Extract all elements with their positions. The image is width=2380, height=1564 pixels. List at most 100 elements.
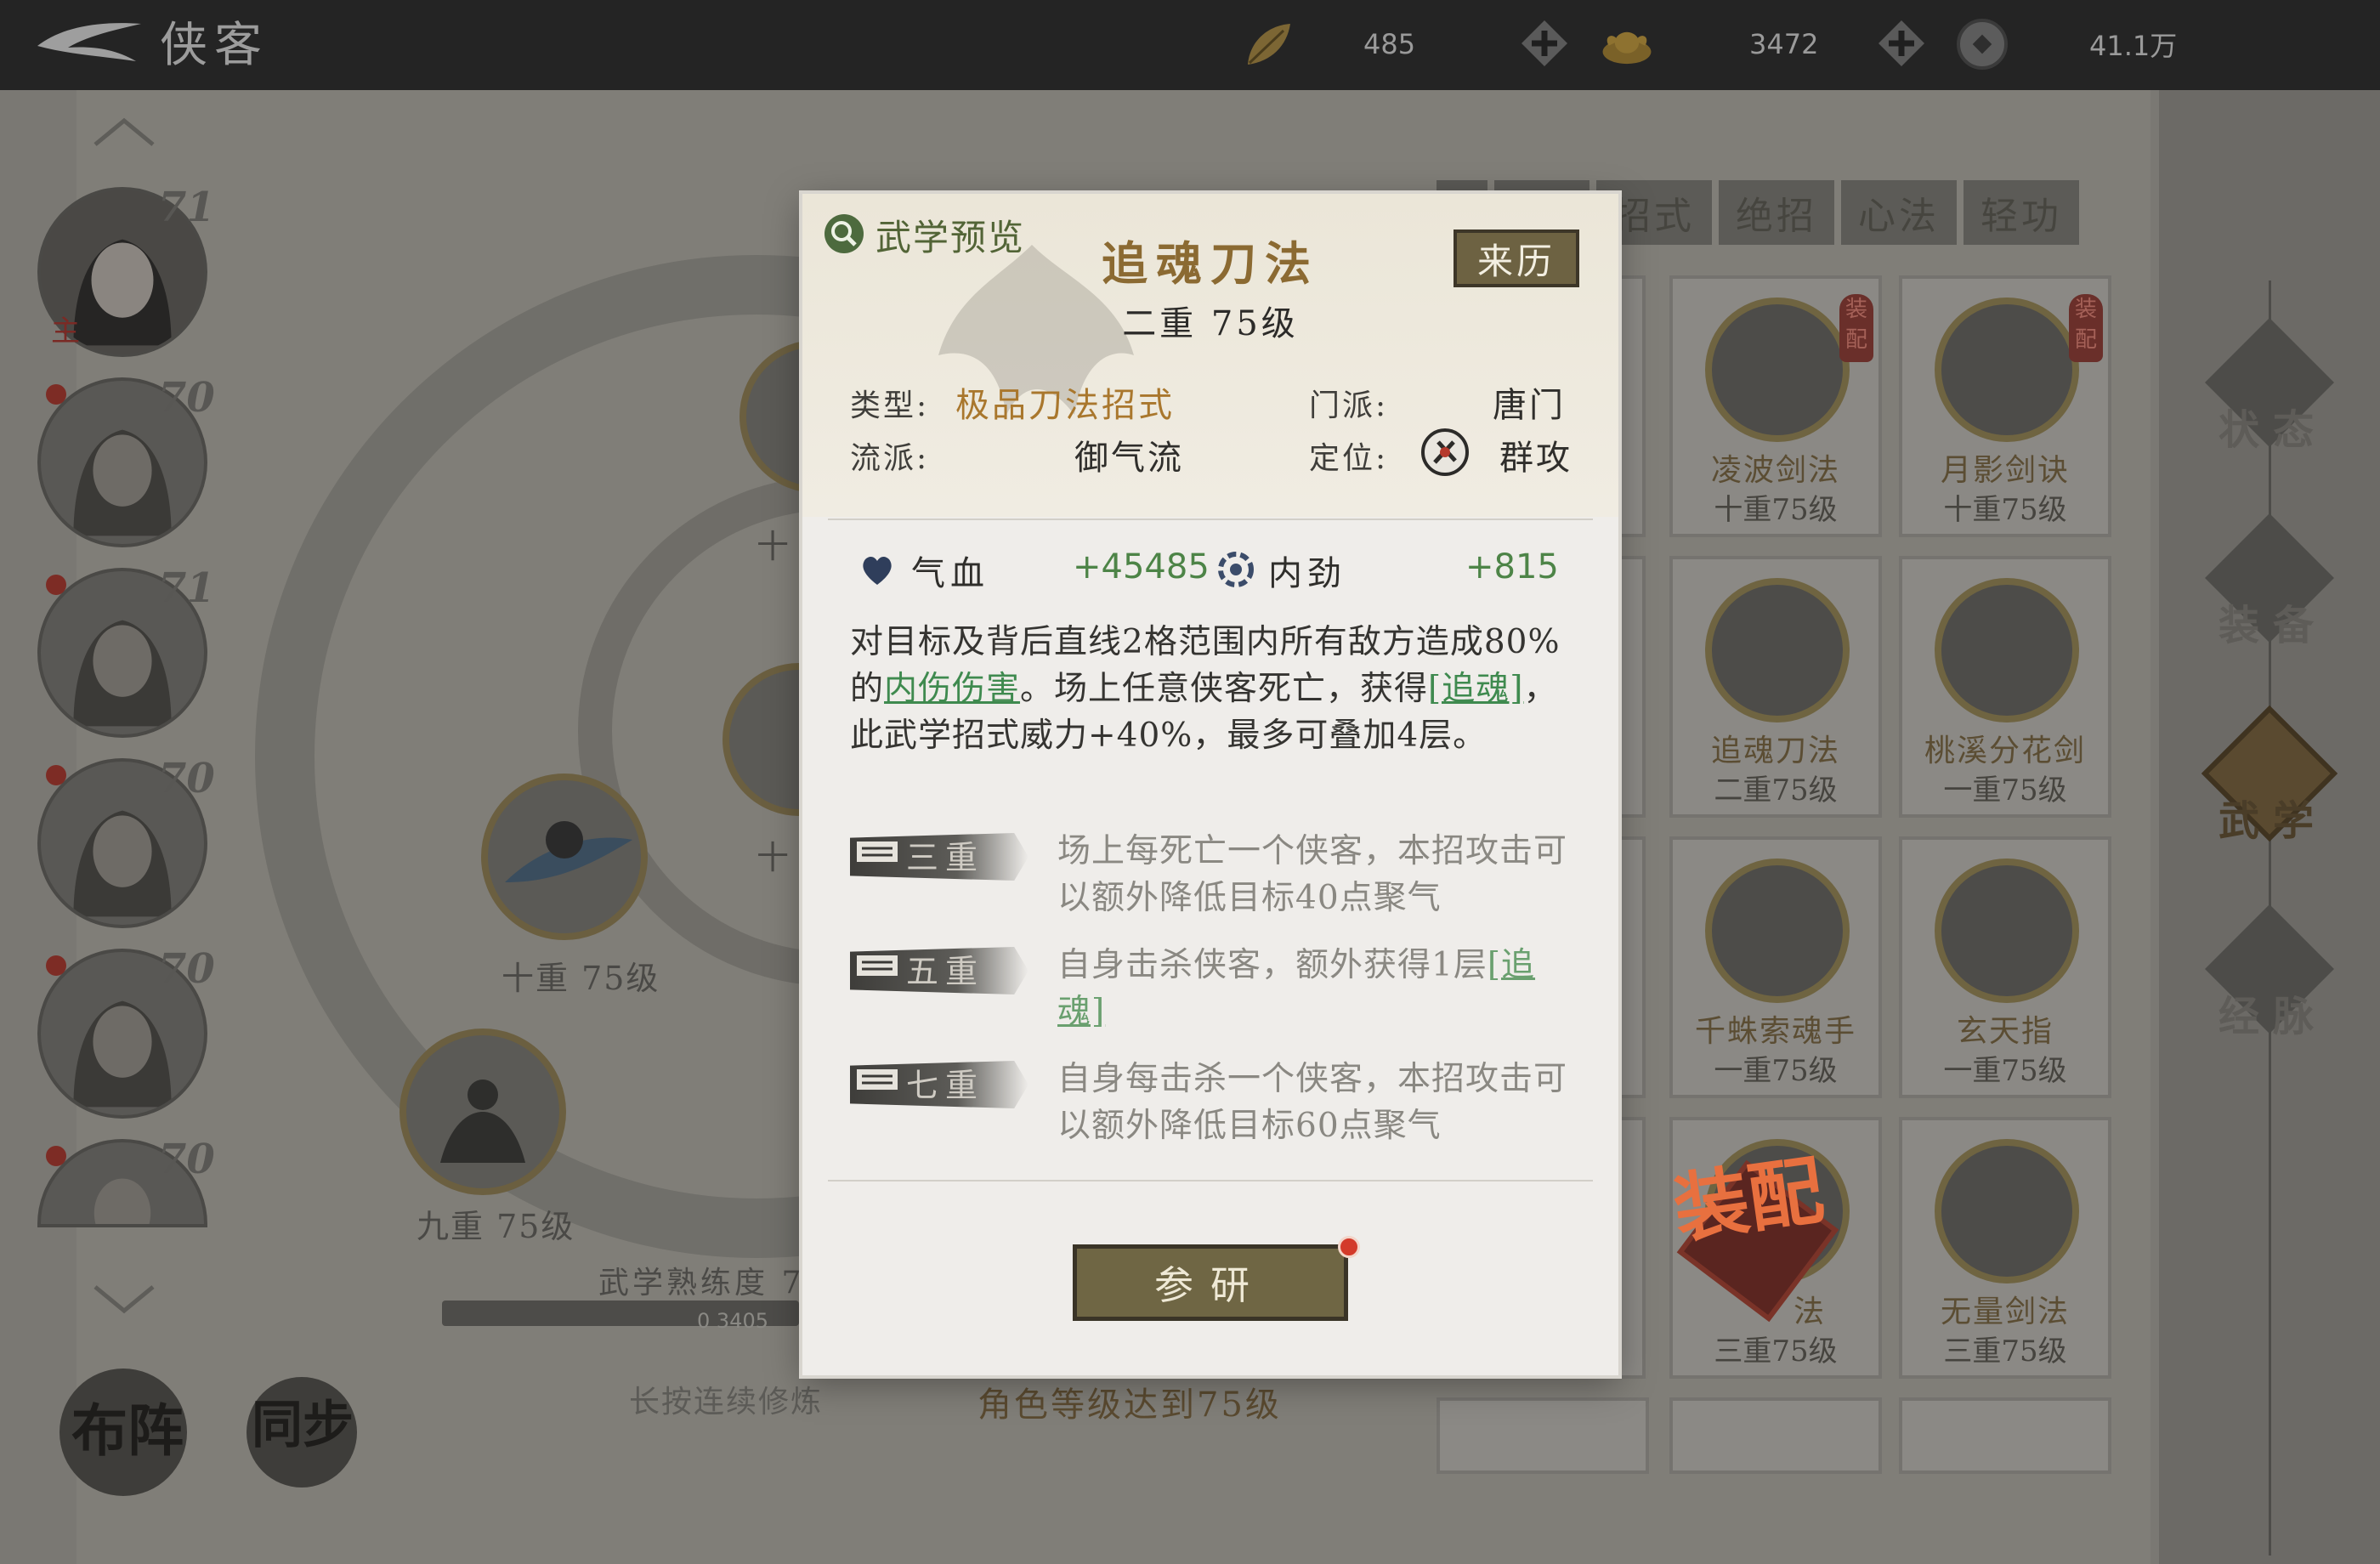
skill-node-meditation[interactable]: [400, 1028, 566, 1195]
card-level: 三重75级: [1943, 1334, 2067, 1368]
scroll-down-icon[interactable]: [90, 1282, 158, 1316]
stat-neijin-key: 内劲: [1268, 554, 1346, 593]
game-screen: { "header": { "title": "侠客", "resources"…: [0, 0, 2380, 1564]
card-name: 玄天指: [1956, 1014, 2054, 1049]
skill-card[interactable]: 装配 凌波剑法 十重75级: [1669, 275, 1882, 537]
moon-shadow-icon: [1935, 298, 2079, 442]
stat-hp-value: +45485: [1073, 547, 1210, 586]
skill-level: 二重 75级: [1122, 304, 1299, 343]
proficiency-label: 武学熟练度 7: [598, 1266, 805, 1300]
role-value: 群攻: [1499, 439, 1572, 478]
condition-hint: 角色等级达到75级: [978, 1386, 1282, 1425]
card-level: 十重75级: [1943, 493, 2067, 527]
notice-dot: [46, 955, 66, 976]
add-gold-icon[interactable]: [1877, 19, 1926, 68]
tier-name: 七重: [906, 1067, 985, 1104]
heaven-finger-icon: [1935, 858, 2079, 1003]
origin-button[interactable]: 来历: [1454, 230, 1579, 287]
card-level: 一重75级: [1714, 1054, 1838, 1088]
boundless-sword-icon: [1935, 1139, 2079, 1284]
hero-level: 70: [158, 374, 215, 422]
page-title: 侠客: [160, 18, 269, 73]
hero-level: 71: [158, 564, 215, 612]
book-icon: [857, 1069, 898, 1090]
card-level: 一重75级: [1943, 1054, 2067, 1088]
tab-inner-art[interactable]: 心法: [1841, 180, 1957, 245]
hold-hint: 长按连续修炼: [629, 1385, 824, 1420]
leaf-currency-icon: [1248, 24, 1290, 65]
back-icon[interactable]: [34, 12, 144, 70]
tier-name: 五重: [906, 953, 985, 990]
card-partial[interactable]: [1899, 1397, 2111, 1474]
style-value: 御气流: [1074, 439, 1184, 478]
heart-icon: [863, 556, 892, 585]
gold-ingot-icon: [1602, 31, 1652, 65]
notice-dot: [46, 384, 66, 405]
tab-lightness[interactable]: 轻功: [1964, 180, 2079, 245]
internal-damage-term[interactable]: 内伤伤害: [884, 670, 1020, 708]
book-icon: [857, 955, 898, 976]
card-partial[interactable]: [1436, 1397, 1649, 1474]
coin-currency: 41.1万: [1955, 19, 2177, 70]
card-level: 二重75级: [1714, 774, 1838, 808]
card-name: 桃溪分花剑: [1924, 734, 2086, 768]
add-leaf-icon[interactable]: [1520, 19, 1569, 68]
menu-meridian[interactable]: 经脉: [2202, 901, 2338, 1040]
skill-node-blue[interactable]: [481, 774, 648, 940]
card-name: 追魂刀法: [1710, 734, 1840, 768]
node-level-label: 十: [756, 528, 791, 565]
notification-dot: [1338, 1236, 1360, 1258]
card-level: 十重75级: [1714, 493, 1838, 527]
node-level-label: 十重 75级: [502, 960, 660, 997]
tier-row: 三重 场上每死亡一个侠客，本招攻击可以额外降低目标40点聚气: [850, 828, 1581, 930]
gold-ingot-currency: 3472: [1600, 19, 1818, 70]
card-name: 千蛛索魂手: [1694, 1014, 1856, 1049]
equipped-mark: 装配: [2069, 294, 2103, 362]
gold-ingot-value: 3472: [1749, 28, 1819, 60]
divider: [828, 1180, 1593, 1182]
divider: [828, 518, 1593, 520]
card-name: 凌波剑法: [1710, 453, 1840, 488]
skill-card[interactable]: 玄天指 一重75级: [1899, 836, 2111, 1098]
tier-row: 七重 自身每击杀一个侠客，本招攻击可以额外降低目标60点聚气: [850, 1056, 1581, 1158]
proficiency-value: 0 3405: [697, 1309, 768, 1333]
skill-card[interactable]: 无量剑法 三重75级: [1899, 1117, 2111, 1379]
equipped-mark: 装配: [1839, 294, 1873, 362]
meditation-icon: [440, 1080, 525, 1163]
leaf-currency: 485: [1241, 19, 1415, 70]
wave-sword-icon: [1705, 298, 1850, 442]
hero-level: 70: [158, 755, 215, 802]
tier-text: 自身击杀侠客，额外获得1层[追魂]: [1057, 946, 1536, 1031]
notice-dot: [46, 1146, 66, 1166]
main-hero-tag: 主: [51, 314, 80, 348]
tier-text: 场上每死亡一个侠客，本招攻击可以额外降低目标40点聚气: [1057, 832, 1568, 917]
card-partial[interactable]: [1669, 1397, 1882, 1474]
menu-equipment[interactable]: 装备: [2202, 510, 2338, 649]
soul-chase-term[interactable]: [追魂]: [1428, 670, 1523, 708]
research-button[interactable]: 参研: [1073, 1244, 1348, 1321]
modal-header: 武学预览 追魂刀法 二重 75级 来历 类型: 极品刀法招式 门派: 唐门 流派…: [802, 194, 1618, 517]
formation-button[interactable]: 布阵: [60, 1368, 187, 1496]
coin-icon: [1957, 19, 2008, 70]
scroll-up-icon[interactable]: [90, 116, 158, 150]
menu-martial-arts[interactable]: 武学: [2201, 705, 2338, 845]
peach-blossom-sword-icon: [1935, 578, 2079, 722]
skill-card[interactable]: 千蛛索魂手 一重75级: [1669, 836, 1882, 1098]
tier-text: 自身每击杀一个侠客，本招攻击可以额外降低目标60点聚气: [1057, 1060, 1568, 1145]
inner-force-icon: [1218, 552, 1254, 587]
tab-ultimate[interactable]: 绝招: [1719, 180, 1834, 245]
skill-preview-modal: 武学预览 追魂刀法 二重 75级 来历 类型: 极品刀法招式 门派: 唐门 流派…: [802, 194, 1618, 1375]
leaf-currency-value: 485: [1363, 28, 1416, 60]
node-level-label: 十: [756, 839, 791, 876]
node-level-label: 九重 75级: [416, 1208, 575, 1245]
card-level: 一重75级: [1943, 774, 2067, 808]
skill-card[interactable]: 装配 月影剑诀 十重75级: [1899, 275, 2111, 537]
skill-card[interactable]: 桃溪分花剑 一重75级: [1899, 556, 2111, 818]
style-key: 流派:: [850, 441, 930, 476]
card-name: 月影剑诀: [1940, 453, 2070, 488]
menu-status[interactable]: 状态: [2202, 314, 2338, 454]
skill-card[interactable]: 追魂刀法 二重75级: [1669, 556, 1882, 818]
sync-button[interactable]: 同步: [246, 1377, 357, 1488]
coin-value: 41.1万: [2089, 30, 2178, 62]
notice-dot: [46, 575, 66, 595]
